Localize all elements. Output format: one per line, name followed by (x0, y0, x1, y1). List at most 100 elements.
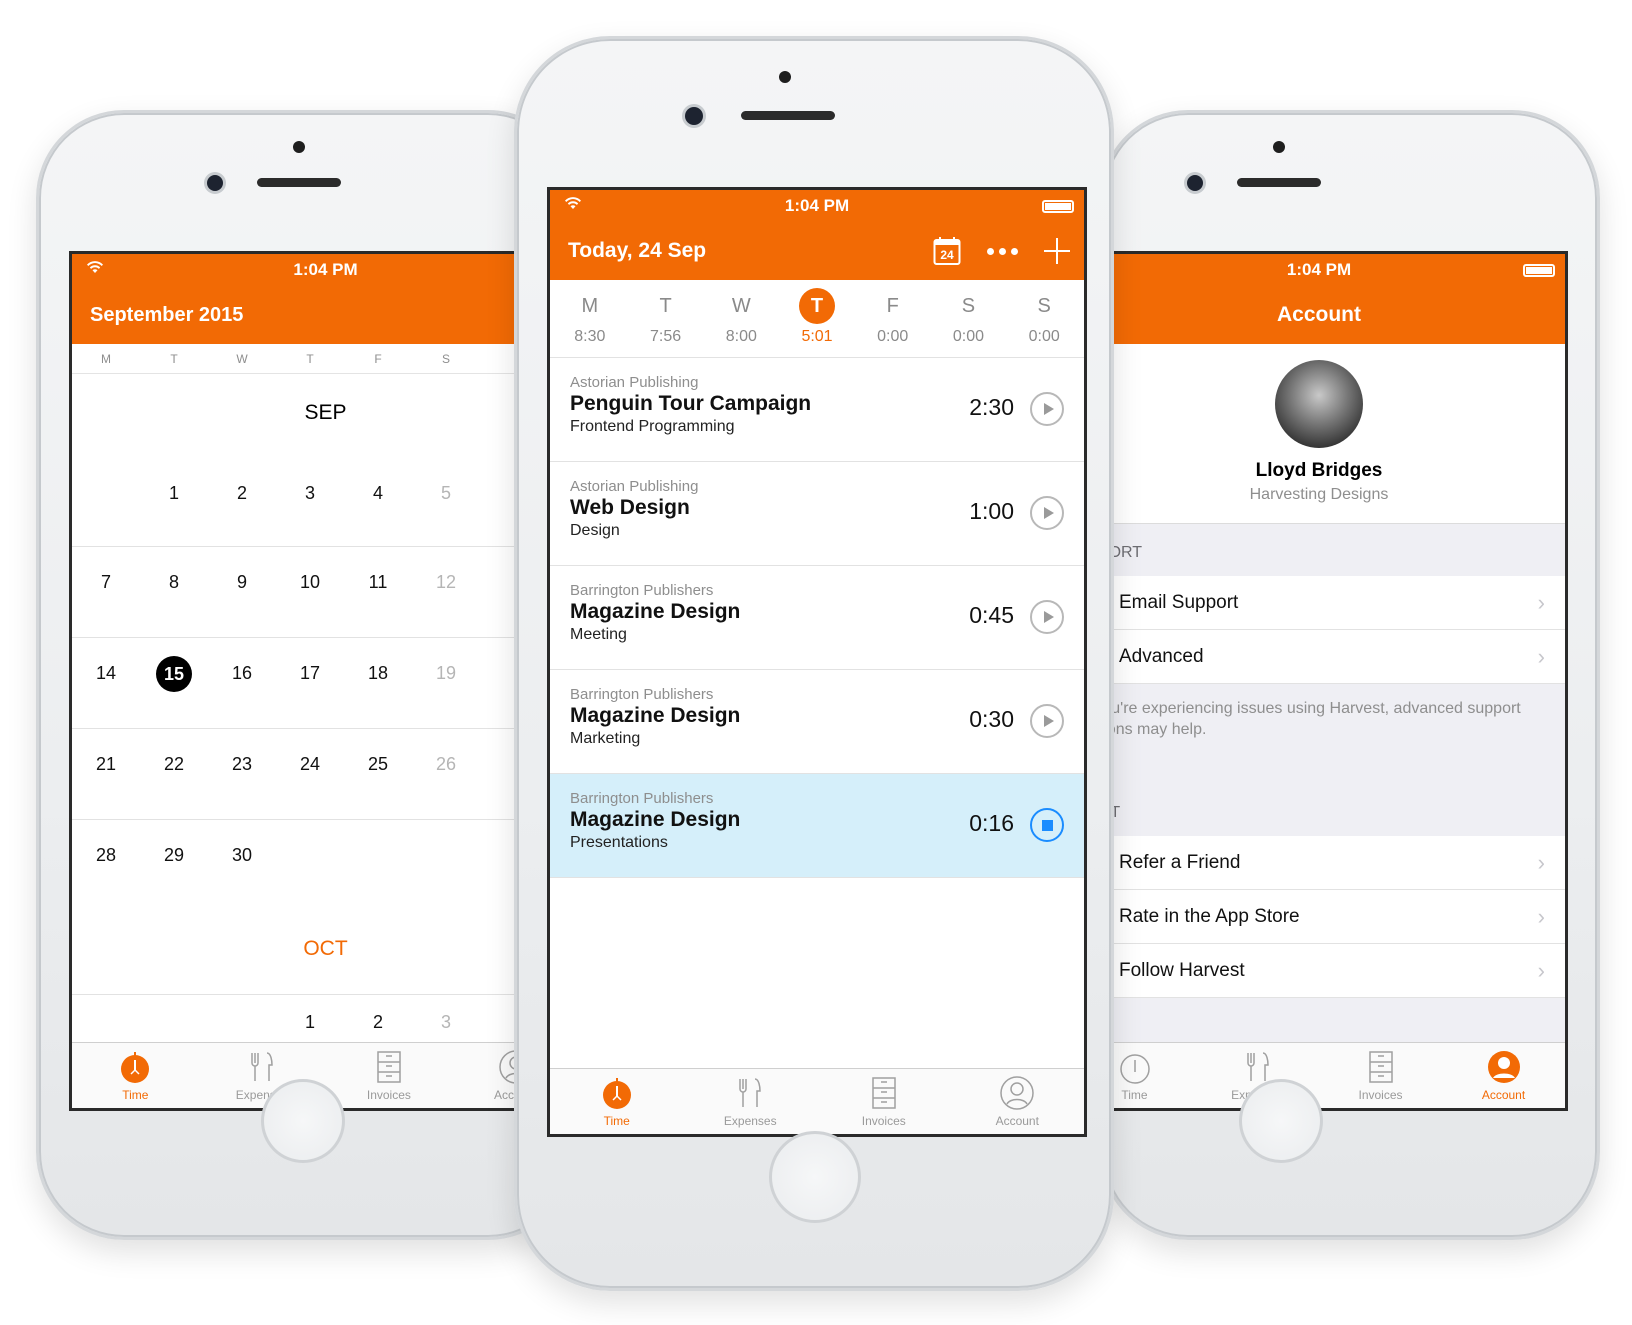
day-cell[interactable]: 14 (72, 656, 140, 690)
tab-account[interactable]: Account (951, 1069, 1085, 1134)
settings-row-follow-harvest[interactable]: 🐦Follow Harvest› (1073, 944, 1565, 998)
day-cell[interactable]: 26 (412, 747, 480, 781)
day-number: 19 (435, 663, 457, 683)
week-day[interactable]: M 8:30 (552, 280, 628, 357)
row-label: Email Support (1119, 591, 1239, 613)
settings-row-rate-in-the-app-store[interactable]: ★Rate in the App Store› (1073, 890, 1565, 944)
day-number: 12 (435, 572, 457, 592)
day-cell[interactable]: 3 (412, 1005, 480, 1039)
tab-expenses[interactable]: Expenses (684, 1069, 818, 1134)
week-day[interactable]: W 8:00 (703, 280, 779, 357)
stopwatch-icon (117, 1049, 153, 1085)
account-screen: 1:04 PM Account Lloyd Bridges Harvesting… (1073, 251, 1568, 1111)
day-cell[interactable]: 30 (208, 838, 276, 872)
section-footer: If you're experiencing issues using Harv… (1081, 700, 1521, 738)
tab-account[interactable]: Account (1442, 1043, 1565, 1108)
home-button[interactable] (1239, 1079, 1323, 1163)
day-cell[interactable]: 23 (208, 747, 276, 781)
day-cell[interactable]: 15 (140, 656, 208, 692)
start-timer-button[interactable] (1030, 704, 1064, 738)
month-label: SEP (304, 401, 347, 424)
tab-label: Time (1121, 1088, 1148, 1102)
tab-time[interactable]: Time (550, 1069, 684, 1134)
day-cell[interactable]: 24 (276, 747, 344, 781)
tab-invoices[interactable]: Invoices (817, 1069, 951, 1134)
entry-duration: 0:16 (969, 810, 1014, 836)
week-day[interactable]: T 5:01 (779, 280, 855, 357)
time-entry[interactable]: Barrington Publishers Magazine Design Mark… (550, 670, 1084, 774)
week-day[interactable]: S 0:00 (931, 280, 1007, 357)
day-number: 2 (372, 1012, 383, 1032)
day-cell[interactable]: 11 (344, 565, 412, 599)
day-cell[interactable]: 4 (344, 476, 412, 510)
day-cell[interactable]: 2 (208, 476, 276, 510)
week-day-letter: S (961, 295, 976, 317)
timesheet-screen: 1:04 PM Today, 24 Sep 24 M 8:30 T 7:56 W… (547, 187, 1087, 1137)
day-number: 17 (299, 663, 321, 683)
tab-label: Account (1481, 1088, 1526, 1102)
time-entry[interactable]: Barrington Publishers Magazine Design Pres… (550, 774, 1084, 878)
week-day[interactable]: T 7:56 (628, 280, 704, 357)
tab-time[interactable]: Time (72, 1043, 199, 1108)
day-cell[interactable]: 12 (412, 565, 480, 599)
day-cell[interactable]: 18 (344, 656, 412, 690)
status-bar: 1:04 PM (1073, 254, 1565, 286)
tab-label: Time (122, 1088, 149, 1102)
day-cell[interactable]: 1 (276, 1005, 344, 1039)
time-entry[interactable]: Barrington Publishers Magazine Design Meet… (550, 566, 1084, 670)
week-day[interactable]: F 0:00 (855, 280, 931, 357)
day-cell[interactable]: 25 (344, 747, 412, 781)
day-cell[interactable]: 21 (72, 747, 140, 781)
section-header: ABOUT (1073, 784, 1565, 836)
settings-row-advanced[interactable]: ⚙Advanced› (1073, 630, 1565, 684)
avatar[interactable] (1275, 360, 1363, 448)
day-number: 7 (100, 572, 111, 592)
day-cell[interactable]: 19 (412, 656, 480, 690)
earpiece-speaker (257, 178, 341, 187)
day-cell[interactable]: 3 (276, 476, 344, 510)
nav-bar: Account (1073, 286, 1565, 344)
day-cell[interactable]: 5 (412, 476, 480, 510)
day-number: 29 (163, 845, 185, 865)
status-time: 1:04 PM (1286, 260, 1352, 279)
start-timer-button[interactable] (1030, 496, 1064, 530)
day-cell[interactable]: 7 (72, 565, 140, 599)
day-cell[interactable]: 10 (276, 565, 344, 599)
stop-timer-button[interactable] (1030, 808, 1064, 842)
week-day[interactable]: S 0:00 (1006, 280, 1082, 357)
tab-bar: TimeExpensesInvoicesAccount (1073, 1042, 1565, 1108)
day-cell[interactable]: 22 (140, 747, 208, 781)
settings-row-refer-a-friend[interactable]: 👍Refer a Friend› (1073, 836, 1565, 890)
day-cell[interactable]: 28 (72, 838, 140, 872)
tab-invoices[interactable]: Invoices (1319, 1043, 1442, 1108)
day-cell[interactable]: 2 (344, 1005, 412, 1039)
day-number: 3 (304, 483, 315, 503)
more-button[interactable] (987, 236, 1018, 266)
home-button[interactable] (769, 1131, 861, 1223)
add-entry-button[interactable] (1044, 238, 1070, 264)
tab-label: Invoices (366, 1088, 411, 1102)
tab-invoices[interactable]: Invoices (326, 1043, 453, 1108)
play-icon (1043, 611, 1054, 623)
day-cell[interactable]: 17 (276, 656, 344, 690)
day-cell[interactable]: 16 (208, 656, 276, 690)
time-entry[interactable]: Astorian Publishing Web Design Design 1:00 (550, 462, 1084, 566)
time-entry[interactable]: Astorian Publishing Penguin Tour Campaign… (550, 358, 1084, 462)
day-number: 4 (372, 483, 383, 503)
day-number: 18 (367, 663, 389, 683)
entry-client: Barrington Publishers (570, 582, 714, 599)
start-timer-button[interactable] (1030, 600, 1064, 634)
day-cell[interactable]: 1 (140, 476, 208, 510)
day-cell[interactable]: 9 (208, 565, 276, 599)
calendar-picker-button[interactable]: 24 (933, 236, 961, 266)
front-camera (207, 175, 223, 191)
chevron-right-icon: › (1537, 643, 1545, 669)
home-button[interactable] (261, 1079, 345, 1163)
day-cell[interactable]: 8 (140, 565, 208, 599)
profile-header: Lloyd Bridges Harvesting Designs (1073, 344, 1565, 524)
settings-row-email-support[interactable]: ✉Email Support› (1073, 576, 1565, 630)
day-cell[interactable]: 29 (140, 838, 208, 872)
start-timer-button[interactable] (1030, 392, 1064, 426)
weekday-label: S (441, 351, 450, 366)
wifi-icon (87, 261, 103, 273)
